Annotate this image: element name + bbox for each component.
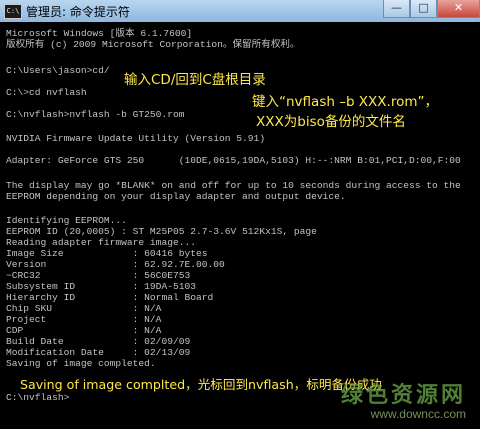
title-bar[interactable]: C:\ 管理员: 命令提示符 — □ ✕ <box>0 0 480 23</box>
console-line: Adapter: GeForce GTS 250 (10DE,0615,19DA… <box>6 155 461 166</box>
annotation-backup-filename: XXX为biso备份的文件名 <box>256 114 406 130</box>
console-line: C:\>cd nvflash <box>6 87 87 98</box>
watermark-title: 绿色资源网 <box>340 383 466 408</box>
annotation-backup-success: Saving of image complted，光标回到nvflash，标明备… <box>20 377 382 392</box>
console-line: Identifying EEPROM... <box>6 215 127 226</box>
console-line: 版权所有 (c) 2009 Microsoft Corporation。保留所有… <box>6 39 300 50</box>
command-prompt-window: C:\ 管理员: 命令提示符 — □ ✕ Microsoft Windows [… <box>0 0 480 429</box>
console-prompt-line: C:\nvflash> <box>6 392 70 403</box>
annotation-cd-root: 输入CD/回到C盘根目录 <box>124 72 266 88</box>
console-line: Build Date : 02/09/09 <box>6 336 191 347</box>
minimize-button[interactable]: — <box>383 0 410 18</box>
cmd-app-icon[interactable]: C:\ <box>4 4 22 19</box>
close-button[interactable]: ✕ <box>437 0 480 18</box>
console-line: Chip SKU : N/A <box>6 303 162 314</box>
maximize-button[interactable]: □ <box>410 0 437 18</box>
console-line: EEPROM depending on your display adapter… <box>6 191 346 202</box>
console-line: CDP : N/A <box>6 325 162 336</box>
console-line: Subsystem ID : 19DA-5103 <box>6 281 196 292</box>
site-watermark: 绿色资源网 www.downcc.com <box>341 377 466 421</box>
console-line: Saving of image completed. <box>6 358 156 369</box>
watermark-url: www.downcc.com <box>370 407 466 421</box>
annotation-nvflash-command: 键入“nvflash –b XXX.rom”， <box>252 94 439 110</box>
console-line: Hierarchy ID : Normal Board <box>6 292 214 303</box>
console-line: C:\nvflash>nvflash -b GT250.rom <box>6 109 185 120</box>
console-output[interactable]: Microsoft Windows [版本 6.1.7600] 版权所有 (c)… <box>0 22 480 429</box>
console-line: Image Size : 60416 bytes <box>6 248 208 259</box>
console-line: Modification Date : 02/13/09 <box>6 347 191 358</box>
console-line: NVIDIA Firmware Update Utility (Version … <box>6 133 266 144</box>
console-line: EEPROM ID (20,0005) : ST M25P05 2.7-3.6V… <box>6 226 317 237</box>
console-line: Version : 62.92.7E.00.00 <box>6 259 225 270</box>
console-line: ~CRC32 : 56C0E753 <box>6 270 191 281</box>
console-line: Reading adapter firmware image... <box>6 237 196 248</box>
console-line: The display may go *BLANK* on and off fo… <box>6 180 461 191</box>
console-line: C:\Users\jason>cd/ <box>6 65 110 76</box>
window-controls: — □ ✕ <box>383 0 480 18</box>
console-line: Project : N/A <box>6 314 162 325</box>
console-line: Microsoft Windows [版本 6.1.7600] <box>6 28 193 39</box>
window-title: 管理员: 命令提示符 <box>26 5 130 19</box>
